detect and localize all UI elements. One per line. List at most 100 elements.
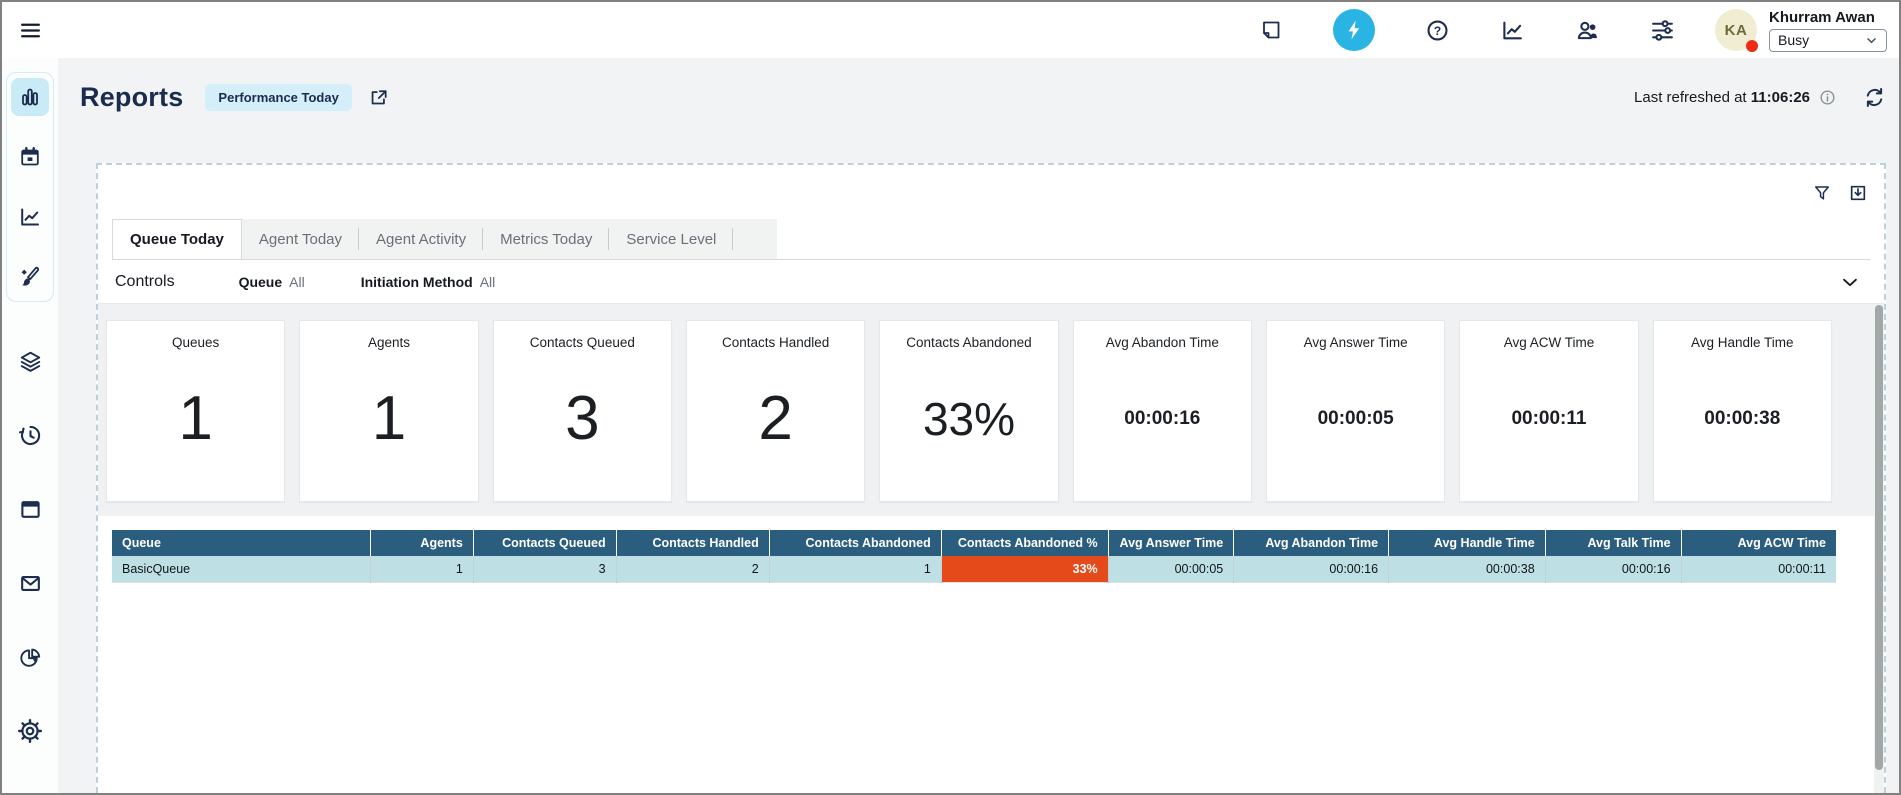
metric-card-value: 1 xyxy=(372,350,406,501)
metric-card-label: Avg Handle Time xyxy=(1691,335,1794,350)
sidebar-item-routing[interactable] xyxy=(11,342,49,380)
avatar[interactable]: KA xyxy=(1715,9,1757,51)
sidebar-item-realtime-metrics[interactable] xyxy=(11,78,49,116)
vertical-scrollbar[interactable] xyxy=(1874,304,1884,793)
sidebar-item-scheduled-reports[interactable] xyxy=(11,138,49,176)
sidebar-item-historical-metrics[interactable] xyxy=(11,198,49,236)
report-badge: Performance Today xyxy=(205,84,351,111)
open-in-new-tab-button[interactable] xyxy=(368,87,389,108)
metric-cards: Queues 1Agents1Contacts Queued3 Contacts H… xyxy=(98,304,1884,516)
column-header: Contacts Abandoned xyxy=(769,530,941,556)
metric-card-label: Avg Abandon Time xyxy=(1106,335,1219,350)
filter-initiation-method-name: Initiation Method xyxy=(361,274,473,290)
refresh-info-button[interactable] xyxy=(1818,88,1837,107)
status-dot xyxy=(1746,40,1758,52)
page-header: Reports Performance Today Last refreshed… xyxy=(80,72,1886,122)
table-cell: 1 xyxy=(769,556,941,583)
hamburger-icon xyxy=(18,18,43,43)
metric-card: Avg ACW Time00:00:11 xyxy=(1459,320,1638,502)
metric-card-label: Queues xyxy=(172,335,219,350)
filter-button[interactable] xyxy=(1812,183,1832,203)
sidebar-item-dashboard-designer[interactable] xyxy=(11,258,49,296)
column-header: Contacts Handled xyxy=(616,530,769,556)
metric-card-value: 3 xyxy=(565,350,599,501)
tab-agent-activity[interactable]: Agent Activity xyxy=(359,219,483,259)
metric-card: Avg Abandon Time00:00:16 xyxy=(1073,320,1252,502)
scrollbar-thumb[interactable] xyxy=(1875,305,1883,770)
download-button[interactable] xyxy=(1848,183,1868,203)
preferences-button[interactable] xyxy=(1650,18,1675,43)
table-row: BasicQueue132133%00:00:0500:00:1600:00:3… xyxy=(112,556,1836,583)
controls-collapse-button[interactable] xyxy=(1839,271,1861,293)
tab-metrics-today[interactable]: Metrics Today xyxy=(483,219,609,259)
table-cell: 3 xyxy=(473,556,616,583)
column-header: Contacts Queued xyxy=(473,530,616,556)
user-name: Khurram Awan xyxy=(1769,9,1887,26)
table-cell: BasicQueue xyxy=(112,556,370,583)
notes-button[interactable] xyxy=(1259,18,1283,42)
status-select[interactable]: Busy xyxy=(1769,29,1887,52)
tabs-row: Queue Today Agent Today Agent Activity M… xyxy=(112,219,1870,260)
last-refreshed-label: Last refreshed at xyxy=(1634,89,1747,106)
help-button[interactable]: ? xyxy=(1425,18,1450,43)
sidebar-reports-group xyxy=(6,72,54,302)
filter-queue[interactable]: QueueAll xyxy=(239,274,305,290)
column-header: Avg Abandon Time xyxy=(1234,530,1389,556)
column-header: Contacts Abandoned % xyxy=(941,530,1108,556)
user-meta: Khurram Awan Busy xyxy=(1769,9,1887,52)
last-refreshed-text: Last refreshed at 11:06:26 xyxy=(1634,89,1810,106)
avatar-initials: KA xyxy=(1725,22,1748,39)
report-widget: Queue Today Agent Today Agent Activity M… xyxy=(96,163,1886,793)
sidebar-item-email[interactable] xyxy=(11,564,49,602)
app-window: ? KA Khurram Awan Busy xyxy=(0,0,1901,795)
contacts-button[interactable] xyxy=(1575,18,1600,43)
sidebar-item-contact-history[interactable] xyxy=(11,416,49,454)
metric-card: Agents1 xyxy=(299,320,478,502)
column-header: Avg Talk Time xyxy=(1545,530,1681,556)
pie-chart-icon xyxy=(18,645,43,670)
metric-card-value: 33% xyxy=(923,350,1015,501)
tab-service-level[interactable]: Service Level xyxy=(609,219,733,259)
sidebar-item-analytics[interactable] xyxy=(11,638,49,676)
column-header: Avg Handle Time xyxy=(1389,530,1546,556)
design-brush-icon xyxy=(18,265,42,289)
top-navigation-bar: ? KA Khurram Awan Busy xyxy=(2,2,1899,58)
metric-card: Contacts Abandoned33% xyxy=(879,320,1058,502)
sidebar-item-workspaces[interactable] xyxy=(11,490,49,528)
table-cell: 1 xyxy=(370,556,473,583)
tab-queue-today[interactable]: Queue Today xyxy=(112,219,242,259)
table-cell: 00:00:38 xyxy=(1389,556,1546,583)
main-content: Reports Performance Today Last refreshed… xyxy=(58,58,1899,793)
metric-card-label: Contacts Handled xyxy=(722,335,829,350)
table-cell: 33% xyxy=(941,556,1108,583)
table-cell: 00:00:16 xyxy=(1234,556,1389,583)
filter-funnel-icon xyxy=(1812,183,1832,203)
table-cell: 00:00:11 xyxy=(1681,556,1836,583)
filter-initiation-method[interactable]: Initiation MethodAll xyxy=(361,274,496,290)
refresh-icon xyxy=(1863,86,1886,109)
metrics-button[interactable] xyxy=(1500,18,1525,43)
notes-icon xyxy=(1259,18,1283,42)
layers-icon xyxy=(18,349,43,374)
last-refreshed-time: 11:06:26 xyxy=(1751,89,1810,106)
metric-card: Avg Handle Time00:00:38 xyxy=(1653,320,1832,502)
topbar-icon-group: ? xyxy=(1259,9,1675,51)
history-icon xyxy=(18,423,43,448)
refresh-button[interactable] xyxy=(1863,86,1886,109)
metric-card-value: 2 xyxy=(758,350,792,501)
metric-card-value: 00:00:38 xyxy=(1704,350,1780,501)
table-cell: 00:00:16 xyxy=(1545,556,1681,583)
queue-metrics-table: QueueAgentsContacts QueuedContacts Handl… xyxy=(112,530,1836,583)
user-block: KA Khurram Awan Busy xyxy=(1715,9,1887,52)
download-icon xyxy=(1848,183,1868,203)
tab-agent-today[interactable]: Agent Today xyxy=(242,219,359,259)
metric-card-value: 00:00:05 xyxy=(1318,350,1394,501)
chevron-down-icon xyxy=(1865,34,1878,47)
table-cell: 2 xyxy=(616,556,769,583)
sidebar-item-settings[interactable] xyxy=(11,712,49,750)
hamburger-menu-button[interactable] xyxy=(2,2,58,58)
widget-toolbar xyxy=(98,165,1884,211)
metric-card: Contacts Queued3 xyxy=(493,320,672,502)
quick-actions-button[interactable] xyxy=(1333,9,1375,51)
chevron-down-icon xyxy=(1839,271,1861,293)
